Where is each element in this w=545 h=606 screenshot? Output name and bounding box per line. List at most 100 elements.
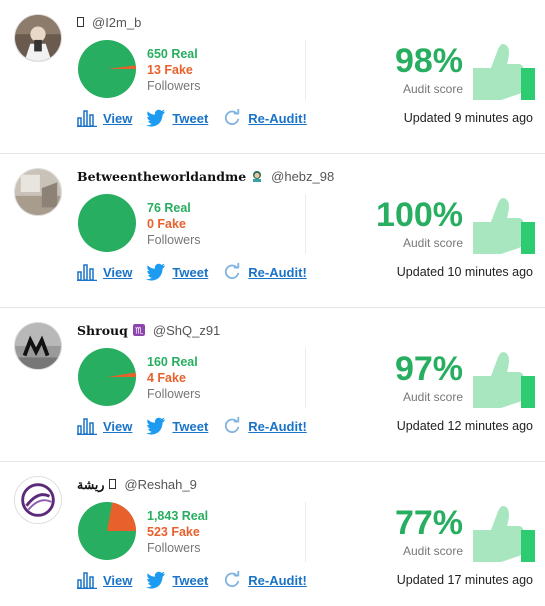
account-header: ريشة @Reshah_9 [77,476,197,492]
refresh-icon [225,571,240,587]
missing-glyph-icon [77,17,84,27]
card-actions: View Tweet Re-Audit! [77,416,321,436]
account-header: @I2m_b [77,14,141,30]
account-header: Shrouq ♏ @ShQ_z91 [77,322,220,338]
pie-slice-real [78,194,136,252]
audit-list: @I2m_b 650 Real 13 Fake Followers 98% Au… [0,0,545,606]
bar-chart-icon [77,110,97,127]
thumbs-up-icon [473,198,535,254]
display-name[interactable]: Shrouq [77,323,128,338]
avatar[interactable] [14,476,62,524]
view-link-label: View [103,110,133,126]
tweet-link[interactable]: Tweet [146,571,208,589]
updated-timestamp: Updated 10 minutes ago [396,265,533,279]
audit-card: Betweentheworldandme @hebz_98 76 Real 0 … [0,154,545,308]
handle[interactable]: @ShQ_z91 [153,323,220,338]
audit-card: @I2m_b 650 Real 13 Fake Followers 98% Au… [0,0,545,154]
card-actions: View Tweet Re-Audit! [77,570,321,590]
bar-chart-icon [77,572,97,589]
reaudit-link[interactable]: Re-Audit! [222,571,307,589]
followers-label: Followers [147,387,201,401]
real-count: 160 Real [147,355,198,369]
avatar[interactable] [14,322,62,370]
followers-pie-chart [78,40,136,98]
real-count: 1,843 Real [147,509,209,523]
avatar[interactable] [14,14,62,62]
reaudit-link-label: Re-Audit! [248,110,307,126]
card-actions: View Tweet Re-Audit! [77,108,321,128]
view-link-label: View [103,418,133,434]
handle[interactable]: @I2m_b [92,15,141,30]
divider [305,502,306,562]
followers-pie-chart [78,194,136,252]
card-actions: View Tweet Re-Audit! [77,262,321,282]
refresh-icon [225,109,240,125]
fake-count: 523 Fake [147,525,200,539]
svg-text:♏: ♏ [135,327,143,337]
tweet-link[interactable]: Tweet [146,417,208,435]
twitter-bird-icon [146,109,166,127]
reaudit-link-label: Re-Audit! [248,264,307,280]
display-name[interactable]: ريشة [77,477,104,492]
twitter-bird-icon [146,417,166,435]
twitter-bird-icon [146,263,166,281]
reaudit-link[interactable]: Re-Audit! [222,263,307,281]
divider [305,194,306,254]
bar-chart-icon [77,264,97,281]
real-count: 76 Real [147,201,191,215]
real-count: 650 Real [147,47,198,61]
thumbs-up-icon [473,44,535,100]
fake-count: 0 Fake [147,217,186,231]
reaudit-link-label: Re-Audit! [248,572,307,588]
audit-score-label: Audit score [402,544,463,558]
refresh-icon [225,417,240,433]
view-link-label: View [103,264,133,280]
followers-label: Followers [147,79,201,93]
reaudit-link-label: Re-Audit! [248,418,307,434]
account-header: Betweentheworldandme @hebz_98 [77,168,334,184]
fake-count: 4 Fake [147,371,186,385]
thumbs-up-icon [473,506,535,562]
followers-pie-chart [78,348,136,406]
thumbs-up-icon [473,352,535,408]
reaudit-link[interactable]: Re-Audit! [222,417,307,435]
view-link[interactable]: View [77,109,132,127]
audit-score-label: Audit score [402,236,463,250]
updated-timestamp: Updated 9 minutes ago [403,111,533,125]
audit-score: 98% [394,42,463,80]
followers-label: Followers [147,541,201,555]
audit-card: Shrouq ♏ @ShQ_z91 160 Real 4 Fake Follow… [0,308,545,462]
bar-chart-icon [77,418,97,435]
fake-count: 13 Fake [147,63,193,77]
audit-score: 97% [394,350,463,388]
handle[interactable]: @Reshah_9 [124,477,196,492]
avatar[interactable] [14,168,62,216]
follower-stats: 76 Real 0 Fake Followers [147,200,201,248]
tweet-link-label: Tweet [172,418,209,434]
reaudit-link[interactable]: Re-Audit! [222,109,307,127]
refresh-icon [225,263,240,279]
audit-score: 100% [376,196,463,234]
followers-label: Followers [147,233,201,247]
updated-timestamp: Updated 17 minutes ago [396,573,533,587]
woman-emoji-icon [253,171,262,182]
scorpius-emoji-icon: ♏ [132,324,145,337]
audit-card: ريشة @Reshah_9 1,843 Real 523 Fake Follo… [0,462,545,606]
audit-score: 77% [394,504,463,542]
view-link-label: View [103,572,133,588]
view-link[interactable]: View [77,263,132,281]
audit-score-label: Audit score [402,390,463,404]
follower-stats: 160 Real 4 Fake Followers [147,354,201,402]
audit-score-label: Audit score [402,82,463,96]
view-link[interactable]: View [77,417,132,435]
view-link[interactable]: View [77,571,132,589]
divider [305,348,306,408]
tweet-link[interactable]: Tweet [146,263,208,281]
handle[interactable]: @hebz_98 [271,169,334,184]
followers-pie-chart [78,502,136,560]
missing-glyph-icon [109,479,117,489]
updated-timestamp: Updated 12 minutes ago [396,419,533,433]
tweet-link-label: Tweet [172,264,209,280]
tweet-link[interactable]: Tweet [146,109,208,127]
display-name[interactable]: Betweentheworldandme [77,169,246,184]
